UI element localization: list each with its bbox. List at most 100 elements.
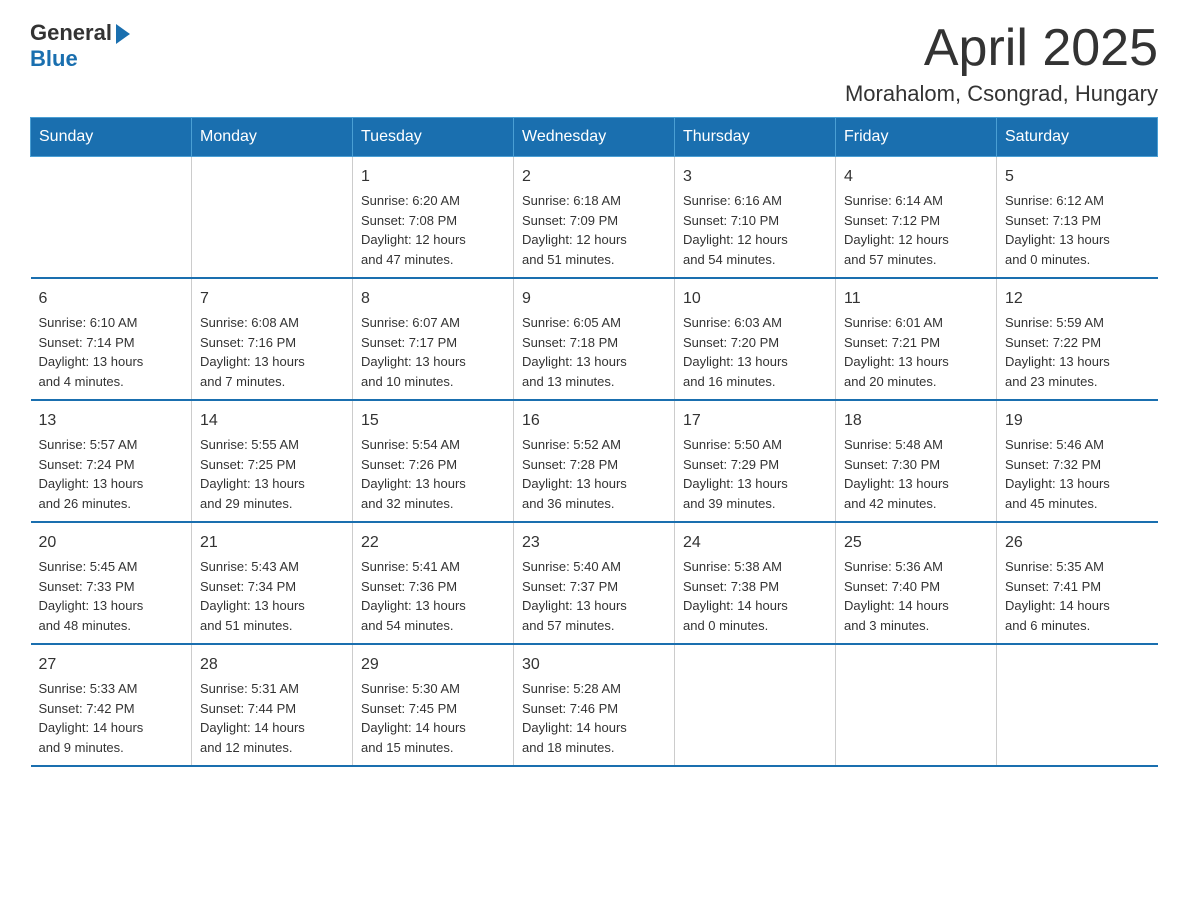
day-info: Sunrise: 6:03 AM Sunset: 7:20 PM Dayligh…: [683, 313, 827, 391]
table-row: 30Sunrise: 5:28 AM Sunset: 7:46 PM Dayli…: [514, 644, 675, 766]
header-monday: Monday: [192, 118, 353, 157]
table-row: 11Sunrise: 6:01 AM Sunset: 7:21 PM Dayli…: [836, 278, 997, 400]
calendar-week-row: 1Sunrise: 6:20 AM Sunset: 7:08 PM Daylig…: [31, 157, 1158, 279]
table-row: 3Sunrise: 6:16 AM Sunset: 7:10 PM Daylig…: [675, 157, 836, 279]
day-info: Sunrise: 5:59 AM Sunset: 7:22 PM Dayligh…: [1005, 313, 1150, 391]
day-number: 2: [522, 165, 666, 189]
day-info: Sunrise: 6:20 AM Sunset: 7:08 PM Dayligh…: [361, 191, 505, 269]
day-number: 26: [1005, 531, 1150, 555]
day-info: Sunrise: 5:40 AM Sunset: 7:37 PM Dayligh…: [522, 557, 666, 635]
day-info: Sunrise: 5:50 AM Sunset: 7:29 PM Dayligh…: [683, 435, 827, 513]
logo-blue-text: Blue: [30, 46, 78, 72]
table-row: [192, 157, 353, 279]
day-number: 11: [844, 287, 988, 311]
day-info: Sunrise: 6:01 AM Sunset: 7:21 PM Dayligh…: [844, 313, 988, 391]
calendar-week-row: 13Sunrise: 5:57 AM Sunset: 7:24 PM Dayli…: [31, 400, 1158, 522]
day-number: 29: [361, 653, 505, 677]
day-info: Sunrise: 5:33 AM Sunset: 7:42 PM Dayligh…: [39, 679, 184, 757]
month-year-title: April 2025: [845, 20, 1158, 77]
day-info: Sunrise: 5:48 AM Sunset: 7:30 PM Dayligh…: [844, 435, 988, 513]
table-row: 21Sunrise: 5:43 AM Sunset: 7:34 PM Dayli…: [192, 522, 353, 644]
header-friday: Friday: [836, 118, 997, 157]
day-info: Sunrise: 6:05 AM Sunset: 7:18 PM Dayligh…: [522, 313, 666, 391]
table-row: 29Sunrise: 5:30 AM Sunset: 7:45 PM Dayli…: [353, 644, 514, 766]
title-section: April 2025 Morahalom, Csongrad, Hungary: [845, 20, 1158, 107]
table-row: [675, 644, 836, 766]
day-info: Sunrise: 5:43 AM Sunset: 7:34 PM Dayligh…: [200, 557, 344, 635]
day-number: 16: [522, 409, 666, 433]
calendar-week-row: 27Sunrise: 5:33 AM Sunset: 7:42 PM Dayli…: [31, 644, 1158, 766]
table-row: 20Sunrise: 5:45 AM Sunset: 7:33 PM Dayli…: [31, 522, 192, 644]
logo: General Blue: [30, 20, 130, 72]
weekday-header-row: Sunday Monday Tuesday Wednesday Thursday…: [31, 118, 1158, 157]
table-row: 2Sunrise: 6:18 AM Sunset: 7:09 PM Daylig…: [514, 157, 675, 279]
table-row: 4Sunrise: 6:14 AM Sunset: 7:12 PM Daylig…: [836, 157, 997, 279]
calendar-week-row: 6Sunrise: 6:10 AM Sunset: 7:14 PM Daylig…: [31, 278, 1158, 400]
header-tuesday: Tuesday: [353, 118, 514, 157]
day-info: Sunrise: 5:45 AM Sunset: 7:33 PM Dayligh…: [39, 557, 184, 635]
day-info: Sunrise: 5:35 AM Sunset: 7:41 PM Dayligh…: [1005, 557, 1150, 635]
day-info: Sunrise: 5:57 AM Sunset: 7:24 PM Dayligh…: [39, 435, 184, 513]
day-number: 12: [1005, 287, 1150, 311]
day-number: 1: [361, 165, 505, 189]
header-wednesday: Wednesday: [514, 118, 675, 157]
table-row: 24Sunrise: 5:38 AM Sunset: 7:38 PM Dayli…: [675, 522, 836, 644]
day-info: Sunrise: 6:12 AM Sunset: 7:13 PM Dayligh…: [1005, 191, 1150, 269]
table-row: 12Sunrise: 5:59 AM Sunset: 7:22 PM Dayli…: [997, 278, 1158, 400]
table-row: 26Sunrise: 5:35 AM Sunset: 7:41 PM Dayli…: [997, 522, 1158, 644]
table-row: 18Sunrise: 5:48 AM Sunset: 7:30 PM Dayli…: [836, 400, 997, 522]
day-number: 7: [200, 287, 344, 311]
day-info: Sunrise: 5:41 AM Sunset: 7:36 PM Dayligh…: [361, 557, 505, 635]
table-row: 19Sunrise: 5:46 AM Sunset: 7:32 PM Dayli…: [997, 400, 1158, 522]
day-number: 4: [844, 165, 988, 189]
table-row: 10Sunrise: 6:03 AM Sunset: 7:20 PM Dayli…: [675, 278, 836, 400]
calendar-week-row: 20Sunrise: 5:45 AM Sunset: 7:33 PM Dayli…: [31, 522, 1158, 644]
table-row: [31, 157, 192, 279]
day-info: Sunrise: 6:14 AM Sunset: 7:12 PM Dayligh…: [844, 191, 988, 269]
day-number: 3: [683, 165, 827, 189]
day-info: Sunrise: 5:31 AM Sunset: 7:44 PM Dayligh…: [200, 679, 344, 757]
day-info: Sunrise: 5:28 AM Sunset: 7:46 PM Dayligh…: [522, 679, 666, 757]
calendar-table: Sunday Monday Tuesday Wednesday Thursday…: [30, 117, 1158, 767]
day-number: 9: [522, 287, 666, 311]
day-number: 28: [200, 653, 344, 677]
location-subtitle: Morahalom, Csongrad, Hungary: [845, 81, 1158, 107]
day-info: Sunrise: 5:55 AM Sunset: 7:25 PM Dayligh…: [200, 435, 344, 513]
day-number: 19: [1005, 409, 1150, 433]
day-number: 17: [683, 409, 827, 433]
day-info: Sunrise: 6:10 AM Sunset: 7:14 PM Dayligh…: [39, 313, 184, 391]
day-number: 14: [200, 409, 344, 433]
header-sunday: Sunday: [31, 118, 192, 157]
table-row: 22Sunrise: 5:41 AM Sunset: 7:36 PM Dayli…: [353, 522, 514, 644]
day-info: Sunrise: 6:16 AM Sunset: 7:10 PM Dayligh…: [683, 191, 827, 269]
table-row: 8Sunrise: 6:07 AM Sunset: 7:17 PM Daylig…: [353, 278, 514, 400]
table-row: 23Sunrise: 5:40 AM Sunset: 7:37 PM Dayli…: [514, 522, 675, 644]
day-number: 23: [522, 531, 666, 555]
day-info: Sunrise: 5:52 AM Sunset: 7:28 PM Dayligh…: [522, 435, 666, 513]
day-info: Sunrise: 5:30 AM Sunset: 7:45 PM Dayligh…: [361, 679, 505, 757]
table-row: 17Sunrise: 5:50 AM Sunset: 7:29 PM Dayli…: [675, 400, 836, 522]
day-number: 6: [39, 287, 184, 311]
day-number: 10: [683, 287, 827, 311]
day-info: Sunrise: 5:38 AM Sunset: 7:38 PM Dayligh…: [683, 557, 827, 635]
table-row: 1Sunrise: 6:20 AM Sunset: 7:08 PM Daylig…: [353, 157, 514, 279]
table-row: 7Sunrise: 6:08 AM Sunset: 7:16 PM Daylig…: [192, 278, 353, 400]
day-info: Sunrise: 6:07 AM Sunset: 7:17 PM Dayligh…: [361, 313, 505, 391]
table-row: 14Sunrise: 5:55 AM Sunset: 7:25 PM Dayli…: [192, 400, 353, 522]
header-saturday: Saturday: [997, 118, 1158, 157]
table-row: 25Sunrise: 5:36 AM Sunset: 7:40 PM Dayli…: [836, 522, 997, 644]
day-number: 8: [361, 287, 505, 311]
day-number: 30: [522, 653, 666, 677]
page-header: General Blue April 2025 Morahalom, Csong…: [30, 20, 1158, 107]
day-number: 25: [844, 531, 988, 555]
day-number: 13: [39, 409, 184, 433]
table-row: 28Sunrise: 5:31 AM Sunset: 7:44 PM Dayli…: [192, 644, 353, 766]
day-number: 15: [361, 409, 505, 433]
day-number: 27: [39, 653, 184, 677]
day-number: 24: [683, 531, 827, 555]
table-row: 5Sunrise: 6:12 AM Sunset: 7:13 PM Daylig…: [997, 157, 1158, 279]
day-info: Sunrise: 6:18 AM Sunset: 7:09 PM Dayligh…: [522, 191, 666, 269]
day-number: 21: [200, 531, 344, 555]
table-row: [997, 644, 1158, 766]
header-thursday: Thursday: [675, 118, 836, 157]
